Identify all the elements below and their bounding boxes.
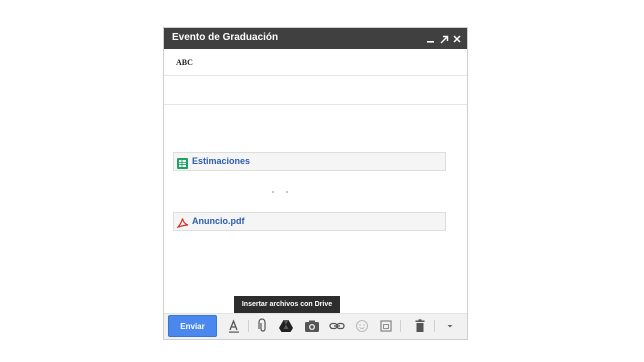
- attachment-estimaciones[interactable]: Estimaciones: [173, 152, 446, 171]
- compose-toolbar: Enviar: [164, 313, 467, 339]
- toolbar-separator: [248, 320, 249, 332]
- toolbar-separator: [400, 320, 401, 332]
- link-icon[interactable]: [329, 318, 345, 334]
- minimize-icon[interactable]: [426, 31, 436, 45]
- attachment-label: Estimaciones: [192, 156, 251, 166]
- compose-title: Evento de Graduación: [172, 32, 279, 43]
- loading-dots: [272, 191, 292, 194]
- attachment-label: Anuncio.pdf: [192, 216, 245, 226]
- compose-titlebar[interactable]: Evento de Graduación: [164, 28, 467, 49]
- attach-icon[interactable]: [255, 318, 271, 334]
- attachment-anuncio[interactable]: Anuncio.pdf: [173, 212, 446, 231]
- drive-icon[interactable]: [278, 318, 294, 334]
- camera-icon[interactable]: [304, 318, 320, 334]
- send-button[interactable]: Enviar: [168, 315, 217, 337]
- recipient-chip[interactable]: ABC: [176, 58, 193, 67]
- subject-field[interactable]: [164, 76, 467, 105]
- trash-icon[interactable]: [412, 318, 428, 334]
- pdf-icon: [176, 216, 189, 229]
- more-options-icon[interactable]: [442, 318, 458, 334]
- recipients-field[interactable]: ABC: [164, 49, 467, 76]
- calendar-icon[interactable]: [378, 318, 394, 334]
- compose-window: Evento de Graduación ABC Estimaciones An…: [163, 27, 468, 340]
- formatting-icon[interactable]: [226, 318, 242, 334]
- close-icon[interactable]: [452, 31, 462, 45]
- spreadsheet-icon: [177, 156, 189, 169]
- popout-icon[interactable]: [439, 31, 449, 45]
- emoji-icon[interactable]: [354, 318, 370, 334]
- window-controls: [426, 30, 462, 46]
- toolbar-separator: [434, 320, 435, 332]
- drive-tooltip: Insertar archivos con Drive: [234, 296, 340, 313]
